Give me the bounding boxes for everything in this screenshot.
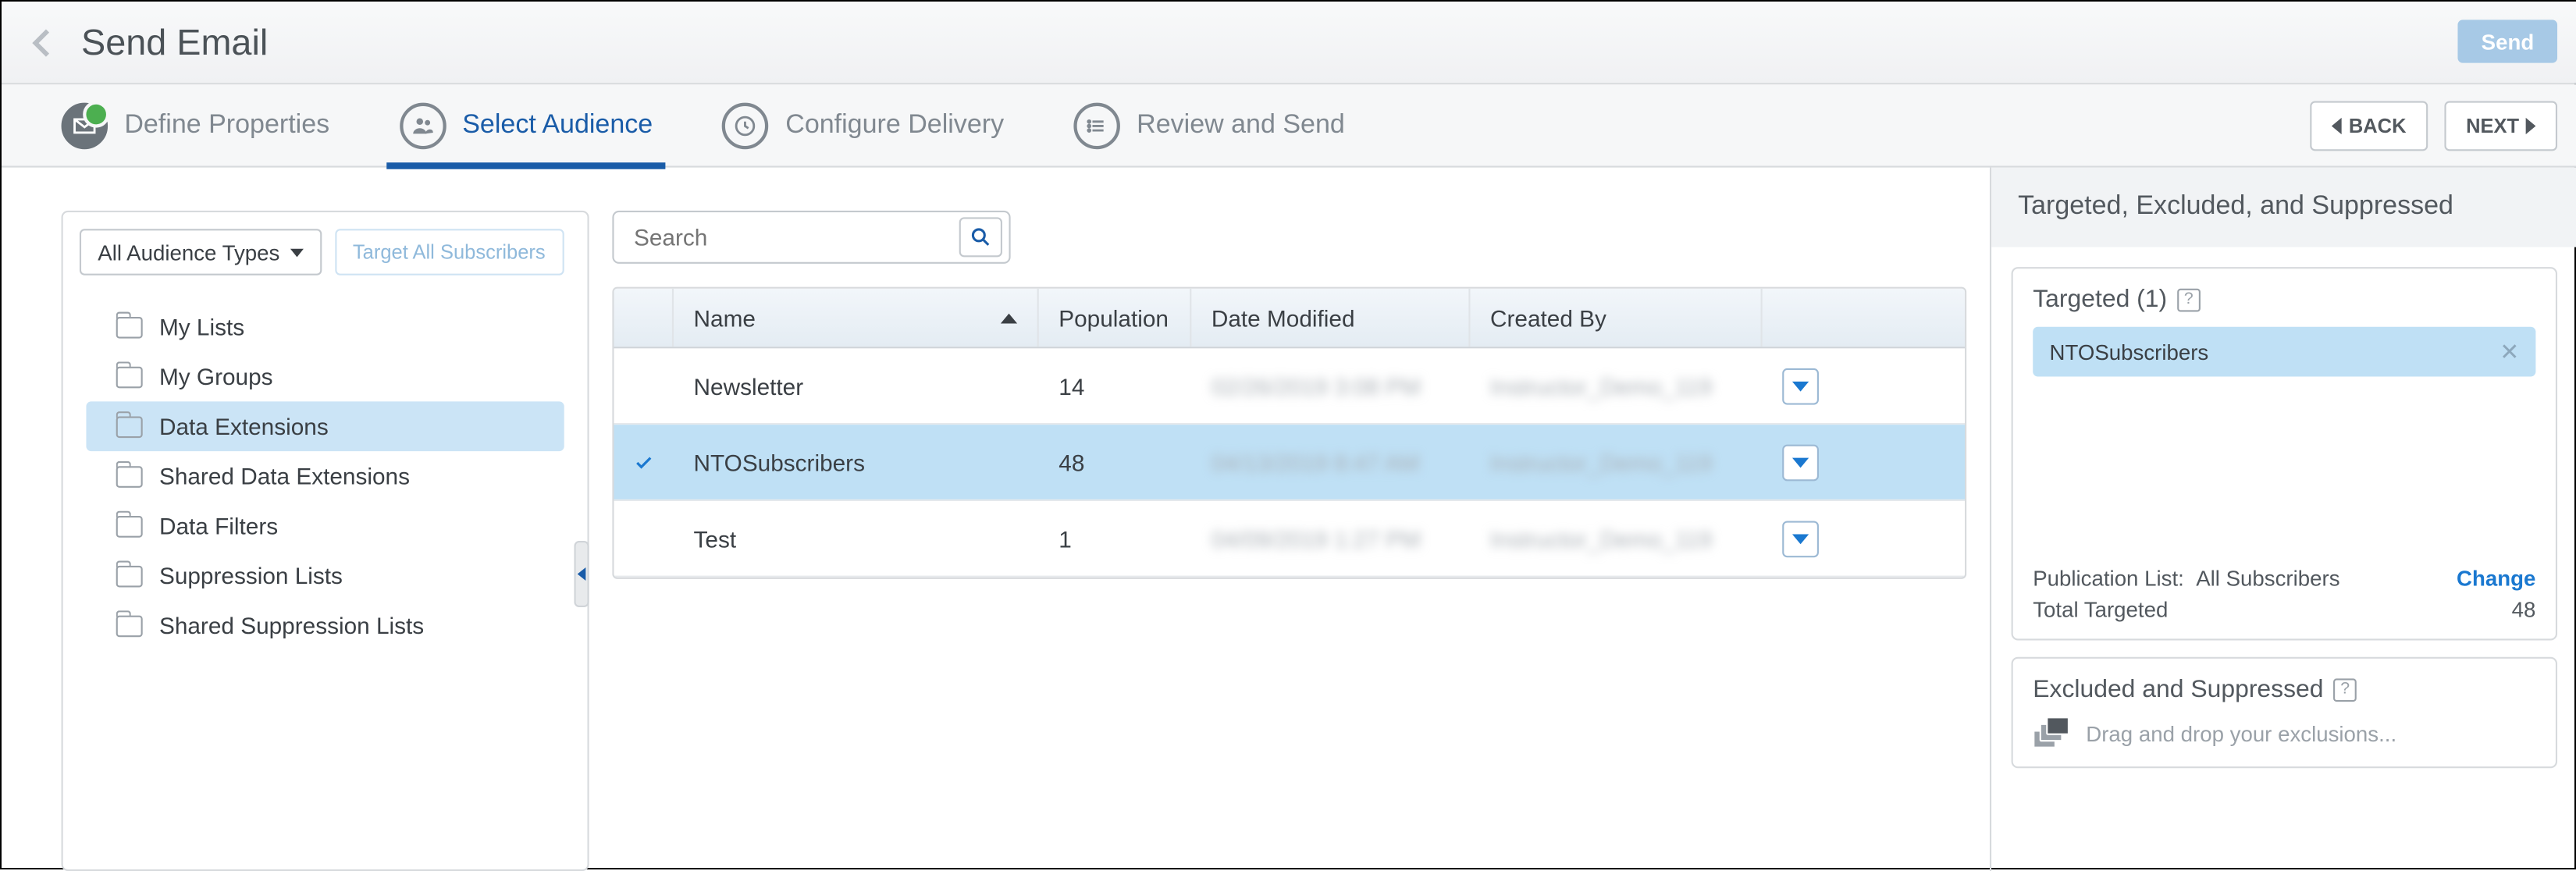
wizard-steps: Define Properties Select Audience Config… [2, 84, 2576, 167]
title-bar: Send Email Send [2, 2, 2576, 84]
cell-date-modified: 04/09/2019 1:27 PM [1191, 501, 1470, 576]
search-icon [969, 226, 992, 249]
cell-date-modified: 04/13/2019 8:47 AM [1191, 425, 1470, 499]
chevron-down-icon [1792, 381, 1809, 391]
sort-asc-icon [1001, 313, 1017, 323]
cell-population: 1 [1039, 501, 1192, 576]
sidebar-item[interactable]: My Lists [86, 302, 564, 352]
row-actions-dropdown[interactable] [1782, 520, 1819, 556]
sidebar-item[interactable]: My Groups [86, 352, 564, 402]
collapse-handle[interactable] [574, 541, 589, 607]
cell-created-by: Instructor_Demo_119 [1471, 348, 1763, 423]
audience-sidebar: All Audience Types Target All Subscriber… [62, 211, 589, 871]
table-row[interactable]: Newsletter1402/26/2019 3:08 PMInstructor… [614, 348, 1965, 425]
change-publication-list-link[interactable]: Change [2457, 566, 2535, 591]
cell-population: 14 [1039, 348, 1192, 423]
step-label: Configure Delivery [785, 110, 1004, 140]
folder-icon [116, 615, 143, 637]
target-all-subscribers-button[interactable]: Target All Subscribers [335, 229, 564, 276]
folder-icon [116, 465, 143, 487]
sidebar-item-label: Shared Suppression Lists [159, 612, 424, 638]
right-panel-header: Targeted, Excluded, and Suppressed [1991, 168, 2576, 247]
chevron-down-icon [1792, 457, 1809, 467]
excluded-heading: Excluded and Suppressed [2033, 675, 2323, 703]
check-icon [634, 449, 654, 475]
folder-icon [116, 366, 143, 388]
audience-list-panel: Name Population Date Modified Created By… [612, 211, 1966, 871]
triangle-left-icon [578, 567, 586, 581]
folder-icon [116, 316, 143, 338]
cell-name: Test [674, 501, 1039, 576]
send-button[interactable]: Send [2458, 20, 2557, 62]
targeted-heading: Targeted (1) [2033, 286, 2167, 314]
folder-icon [116, 515, 143, 537]
sidebar-item-label: My Lists [159, 314, 244, 340]
help-icon[interactable]: ? [2177, 288, 2201, 311]
step-configure-delivery[interactable]: Configure Delivery [722, 84, 1004, 166]
step-define-properties[interactable]: Define Properties [62, 84, 330, 166]
audience-type-dropdown[interactable]: All Audience Types [80, 229, 322, 276]
targeted-chip[interactable]: NTOSubscribers ✕ [2033, 327, 2535, 377]
folder-icon [116, 415, 143, 437]
row-actions-dropdown[interactable] [1782, 368, 1819, 404]
envelope-icon [62, 102, 109, 149]
step-review-and-send[interactable]: Review and Send [1073, 84, 1344, 166]
step-label: Review and Send [1137, 110, 1345, 140]
audience-grid: Name Population Date Modified Created By… [612, 287, 1966, 579]
sidebar-item[interactable]: Suppression Lists [86, 551, 564, 601]
sidebar-item[interactable]: Shared Suppression Lists [86, 600, 564, 650]
step-label: Define Properties [124, 110, 329, 140]
column-created-by[interactable]: Created By [1471, 289, 1763, 347]
search-input[interactable] [631, 222, 959, 252]
stack-icon [2033, 716, 2069, 750]
sidebar-item-label: Data Filters [159, 513, 278, 539]
sidebar-item[interactable]: Data Extensions [86, 401, 564, 451]
cell-created-by: Instructor_Demo_119 [1471, 425, 1763, 499]
step-label: Select Audience [462, 110, 653, 140]
search-button[interactable] [959, 217, 1002, 257]
cell-population: 48 [1039, 425, 1192, 499]
table-row[interactable]: NTOSubscribers4804/13/2019 8:47 AMInstru… [614, 425, 1965, 501]
sidebar-item-label: Suppression Lists [159, 563, 343, 589]
list-icon [1073, 102, 1120, 149]
step-select-audience[interactable]: Select Audience [399, 84, 653, 166]
row-actions-dropdown[interactable] [1782, 444, 1819, 481]
back-chevron-icon[interactable] [22, 20, 65, 63]
cell-name: Newsletter [674, 348, 1039, 423]
clock-icon [722, 102, 769, 149]
next-button[interactable]: NEXT [2444, 101, 2557, 151]
remove-chip-icon[interactable]: ✕ [2500, 338, 2519, 366]
sidebar-item-label: Data Extensions [159, 413, 329, 439]
cell-name: NTOSubscribers [674, 425, 1039, 499]
column-population[interactable]: Population [1039, 289, 1192, 347]
people-icon [399, 102, 446, 149]
cell-created-by: Instructor_Demo_119 [1471, 501, 1763, 576]
search-box [612, 211, 1010, 264]
targeted-card: Targeted (1) ? NTOSubscribers ✕ Publicat… [2012, 267, 2557, 640]
sidebar-item-label: Shared Data Extensions [159, 463, 410, 489]
back-button[interactable]: BACK [2311, 101, 2428, 151]
help-icon[interactable]: ? [2333, 677, 2357, 701]
column-name[interactable]: Name [674, 289, 1039, 347]
sidebar-item[interactable]: Data Filters [86, 501, 564, 551]
page-title: Send Email [81, 20, 268, 63]
excluded-card: Excluded and Suppressed ? Drag and drop … [2012, 657, 2557, 768]
caret-down-icon [290, 248, 303, 257]
cell-date-modified: 02/26/2019 3:08 PM [1191, 348, 1470, 423]
table-row[interactable]: Test104/09/2019 1:27 PMInstructor_Demo_1… [614, 501, 1965, 578]
folder-icon [116, 565, 143, 587]
chevron-down-icon [1792, 533, 1809, 543]
targeted-panel: Targeted, Excluded, and Suppressed Targe… [1990, 168, 2576, 871]
triangle-left-icon [2332, 118, 2343, 134]
sidebar-item[interactable]: Shared Data Extensions [86, 451, 564, 501]
column-date-modified[interactable]: Date Modified [1191, 289, 1470, 347]
grid-header: Name Population Date Modified Created By [614, 289, 1965, 349]
sidebar-item-label: My Groups [159, 363, 273, 389]
triangle-right-icon [2526, 118, 2536, 134]
